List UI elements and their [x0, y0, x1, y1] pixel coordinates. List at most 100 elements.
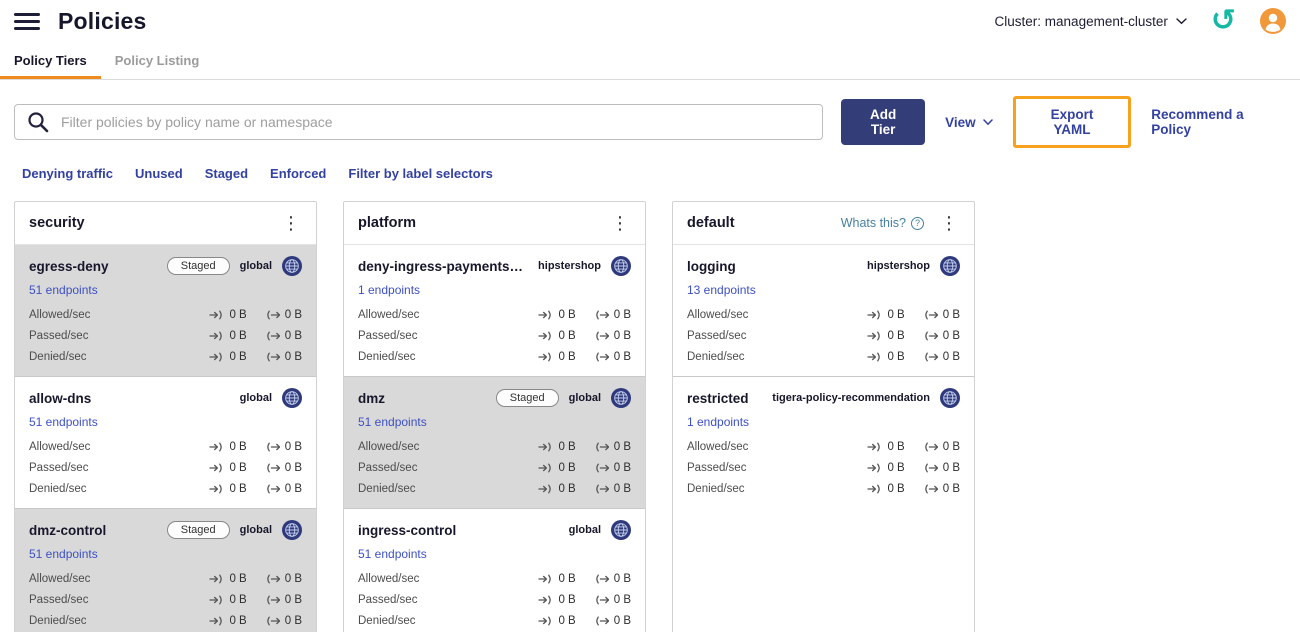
ingress-value: 0 B: [887, 462, 905, 474]
whats-this-link[interactable]: Whats this??: [841, 216, 924, 230]
stat-label: Allowed/sec: [29, 573, 91, 585]
egress-arrow-icon: [595, 463, 609, 473]
egress-arrow-icon: [595, 310, 609, 320]
stat-row: Passed/sec 0 B 0 B: [29, 330, 302, 342]
endpoints-link[interactable]: 1 endpoints: [358, 283, 420, 297]
stat-row: Denied/sec 0 B 0 B: [29, 483, 302, 495]
scope-globe-icon: [940, 256, 960, 276]
stat-label: Denied/sec: [29, 483, 87, 495]
add-tier-button[interactable]: Add Tier: [841, 99, 926, 145]
export-yaml-button[interactable]: Export YAML: [1012, 96, 1132, 148]
endpoints-link[interactable]: 51 endpoints: [358, 547, 427, 561]
endpoints-link[interactable]: 51 endpoints: [29, 415, 98, 429]
policy-name: logging: [687, 258, 736, 274]
ingress-arrow-icon: [538, 574, 552, 584]
kebab-menu-button[interactable]: ⋮: [280, 212, 302, 234]
policy-card[interactable]: ingress-control global 51 endpoints Allowed…: [344, 508, 645, 632]
stat-row: Allowed/sec 0 B 0 B: [687, 309, 960, 321]
kebab-menu-button[interactable]: ⋮: [609, 212, 631, 234]
endpoints-link[interactable]: 51 endpoints: [29, 283, 98, 297]
stat-row: Allowed/sec 0 B 0 B: [29, 441, 302, 453]
history-restore-icon[interactable]: ↺: [1211, 6, 1236, 36]
policy-search-input[interactable]: [59, 113, 811, 131]
egress-value: 0 B: [942, 351, 960, 363]
stat-label: Denied/sec: [358, 483, 416, 495]
recommend-policy-link[interactable]: Recommend a Policy: [1151, 107, 1286, 137]
kebab-menu-button[interactable]: ⋮: [938, 212, 960, 234]
scope-globe-icon: [611, 256, 631, 276]
stat-label: Passed/sec: [687, 462, 747, 474]
policy-name: dmz: [358, 390, 385, 406]
stat-label: Passed/sec: [358, 594, 418, 606]
policy-card[interactable]: logging hipstershop 13 endpoints Allowed/se…: [673, 245, 974, 376]
ingress-value: 0 B: [887, 309, 905, 321]
endpoints-link[interactable]: 51 endpoints: [29, 547, 98, 561]
egress-arrow-icon: [266, 331, 280, 341]
policy-scope-label: global: [568, 524, 601, 536]
egress-value: 0 B: [613, 441, 631, 453]
policy-card[interactable]: allow-dns global 51 endpoints Allowed/sec 0 …: [15, 376, 316, 508]
filter-unused[interactable]: Unused: [135, 166, 183, 181]
ingress-arrow-icon: [867, 484, 881, 494]
egress-arrow-icon: [595, 442, 609, 452]
stat-label: Allowed/sec: [29, 309, 91, 321]
ingress-arrow-icon: [867, 310, 881, 320]
ingress-value: 0 B: [558, 615, 576, 627]
hamburger-menu-icon[interactable]: [14, 11, 40, 32]
egress-value: 0 B: [942, 441, 960, 453]
stat-row: Passed/sec 0 B 0 B: [29, 594, 302, 606]
policy-scope-label: hipstershop: [867, 260, 930, 272]
chevron-down-icon: [1176, 17, 1187, 25]
user-avatar[interactable]: [1260, 8, 1286, 34]
ingress-value: 0 B: [558, 573, 576, 585]
stat-row: Allowed/sec 0 B 0 B: [29, 573, 302, 585]
egress-value: 0 B: [284, 594, 302, 606]
egress-arrow-icon: [266, 310, 280, 320]
stat-row: Denied/sec 0 B 0 B: [687, 351, 960, 363]
ingress-arrow-icon: [209, 352, 223, 362]
toolbar: Add Tier View Export YAML Recommend a Po…: [14, 96, 1286, 148]
filter-enforced[interactable]: Enforced: [270, 166, 326, 181]
staged-badge: Staged: [166, 257, 230, 275]
ingress-arrow-icon: [209, 616, 223, 626]
endpoints-link[interactable]: 13 endpoints: [687, 283, 756, 297]
stat-row: Allowed/sec 0 B 0 B: [687, 441, 960, 453]
egress-arrow-icon: [266, 595, 280, 605]
cluster-selector[interactable]: Cluster: management-cluster: [995, 14, 1187, 29]
tab-policy-tiers[interactable]: Policy Tiers: [0, 42, 101, 79]
stat-label: Allowed/sec: [687, 441, 749, 453]
ingress-value: 0 B: [229, 351, 247, 363]
stat-row: Allowed/sec 0 B 0 B: [358, 441, 631, 453]
stat-label: Denied/sec: [687, 483, 745, 495]
stat-label: Allowed/sec: [687, 309, 749, 321]
policy-name: dmz-control: [29, 522, 107, 538]
policy-search-box: [14, 104, 824, 140]
filter-label-selectors[interactable]: Filter by label selectors: [348, 166, 493, 181]
stat-row: Passed/sec 0 B 0 B: [687, 330, 960, 342]
policy-card[interactable]: egress-deny Staged global 51 endpoints Allow…: [15, 245, 316, 376]
tab-policy-listing[interactable]: Policy Listing: [101, 42, 214, 79]
filter-denying-traffic[interactable]: Denying traffic: [22, 166, 113, 181]
egress-arrow-icon: [595, 616, 609, 626]
ingress-value: 0 B: [229, 483, 247, 495]
filter-staged[interactable]: Staged: [205, 166, 248, 181]
egress-arrow-icon: [595, 574, 609, 584]
stat-row: Denied/sec 0 B 0 B: [29, 615, 302, 627]
tier-card: default Whats this?? ⋮ logging hipstershop 13…: [672, 201, 975, 632]
egress-value: 0 B: [284, 351, 302, 363]
egress-value: 0 B: [942, 483, 960, 495]
policy-card[interactable]: restricted tigera-policy-recommendation 1 …: [673, 376, 974, 508]
egress-arrow-icon: [924, 442, 938, 452]
policy-card[interactable]: dmz-control Staged global 51 endpoints Allow…: [15, 508, 316, 632]
endpoints-link[interactable]: 1 endpoints: [687, 415, 749, 429]
stat-label: Denied/sec: [29, 351, 87, 363]
ingress-value: 0 B: [558, 462, 576, 474]
egress-arrow-icon: [924, 484, 938, 494]
view-dropdown[interactable]: View: [945, 115, 993, 130]
endpoints-link[interactable]: 51 endpoints: [358, 415, 427, 429]
policy-card[interactable]: dmz Staged global 51 endpoints Allowed/sec 0 …: [344, 376, 645, 508]
policy-card[interactable]: deny-ingress-paymentservi… hipstershop 1 e…: [344, 245, 645, 376]
tier-card: platform ⋮ deny-ingress-paymentservi… hipst…: [343, 201, 646, 632]
egress-value: 0 B: [284, 483, 302, 495]
policy-name: deny-ingress-paymentservi…: [358, 258, 531, 274]
